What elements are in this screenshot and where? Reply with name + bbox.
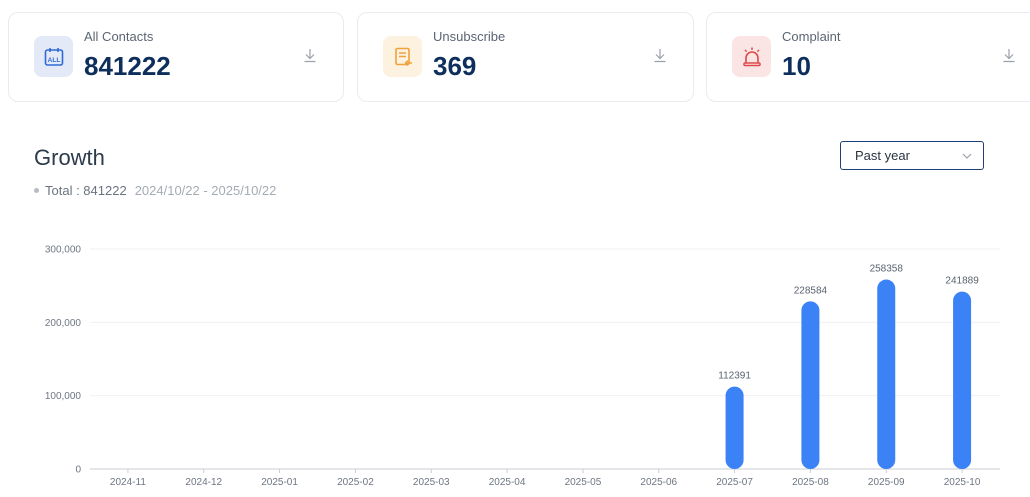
bar[interactable] <box>953 291 972 469</box>
y-tick-label: 200,000 <box>45 318 82 329</box>
x-tick-label: 2025-04 <box>489 477 526 488</box>
svg-text:ALL: ALL <box>47 57 60 64</box>
document-return-icon <box>383 36 422 77</box>
download-icon[interactable] <box>1002 47 1016 63</box>
bar-value-label: 258358 <box>870 264 904 275</box>
y-tick-label: 100,000 <box>45 391 82 402</box>
total-text: Total : 841222 <box>45 183 127 198</box>
y-tick-label: 0 <box>75 465 81 476</box>
growth-total: Total : 841222 2024/10/22 - 2025/10/22 <box>34 183 276 198</box>
growth-bar-chart: 0 100,000 200,000 300,000 2024-11 2024-12 2025… <box>45 245 1000 488</box>
x-tick-label: 2025-01 <box>261 477 298 488</box>
all-contacts-card: ALL All Contacts 841222 <box>8 12 344 102</box>
calendar-all-icon: ALL <box>34 36 73 77</box>
growth-title: Growth <box>34 145 105 170</box>
legend-dot-icon <box>34 188 39 193</box>
period-select[interactable]: Past year <box>840 141 984 170</box>
x-tick-label: 2025-07 <box>716 477 753 488</box>
unsubscribe-label: Unsubscribe <box>433 29 506 44</box>
x-tick-label: 2025-08 <box>792 477 829 488</box>
download-icon[interactable] <box>303 47 317 63</box>
bar-value-label: 228584 <box>794 285 828 296</box>
x-tick-label: 2025-03 <box>413 477 450 488</box>
date-range: 2024/10/22 - 2025/10/22 <box>134 183 277 198</box>
complaint-card: Complaint 10 <box>706 12 1030 102</box>
x-tick-label: 2024-11 <box>110 477 146 488</box>
complaint-value: 10 <box>782 51 811 81</box>
all-contacts-value: 841222 <box>84 51 171 81</box>
bar[interactable] <box>877 279 896 469</box>
x-tick-label: 2025-05 <box>565 477 602 488</box>
x-tick-label: 2025-02 <box>337 477 374 488</box>
all-contacts-label: All Contacts <box>84 29 154 44</box>
alarm-siren-icon <box>732 36 771 77</box>
bar[interactable] <box>801 301 820 469</box>
y-tick-label: 300,000 <box>45 245 82 256</box>
x-tick-label: 2024-12 <box>185 477 222 488</box>
x-tick-label: 2025-09 <box>868 477 905 488</box>
unsubscribe-value: 369 <box>433 51 477 81</box>
unsubscribe-card: Unsubscribe 369 <box>357 12 694 102</box>
download-icon[interactable] <box>653 47 667 63</box>
x-tick-label: 2025-06 <box>640 477 677 488</box>
bar[interactable] <box>725 386 744 469</box>
bar-value-label: 241889 <box>945 276 979 287</box>
period-select-value: Past year <box>855 148 910 163</box>
complaint-label: Complaint <box>782 29 841 44</box>
chevron-down-icon <box>962 153 972 159</box>
x-tick-label: 2025-10 <box>944 477 981 488</box>
bar-value-label: 112391 <box>718 371 751 382</box>
